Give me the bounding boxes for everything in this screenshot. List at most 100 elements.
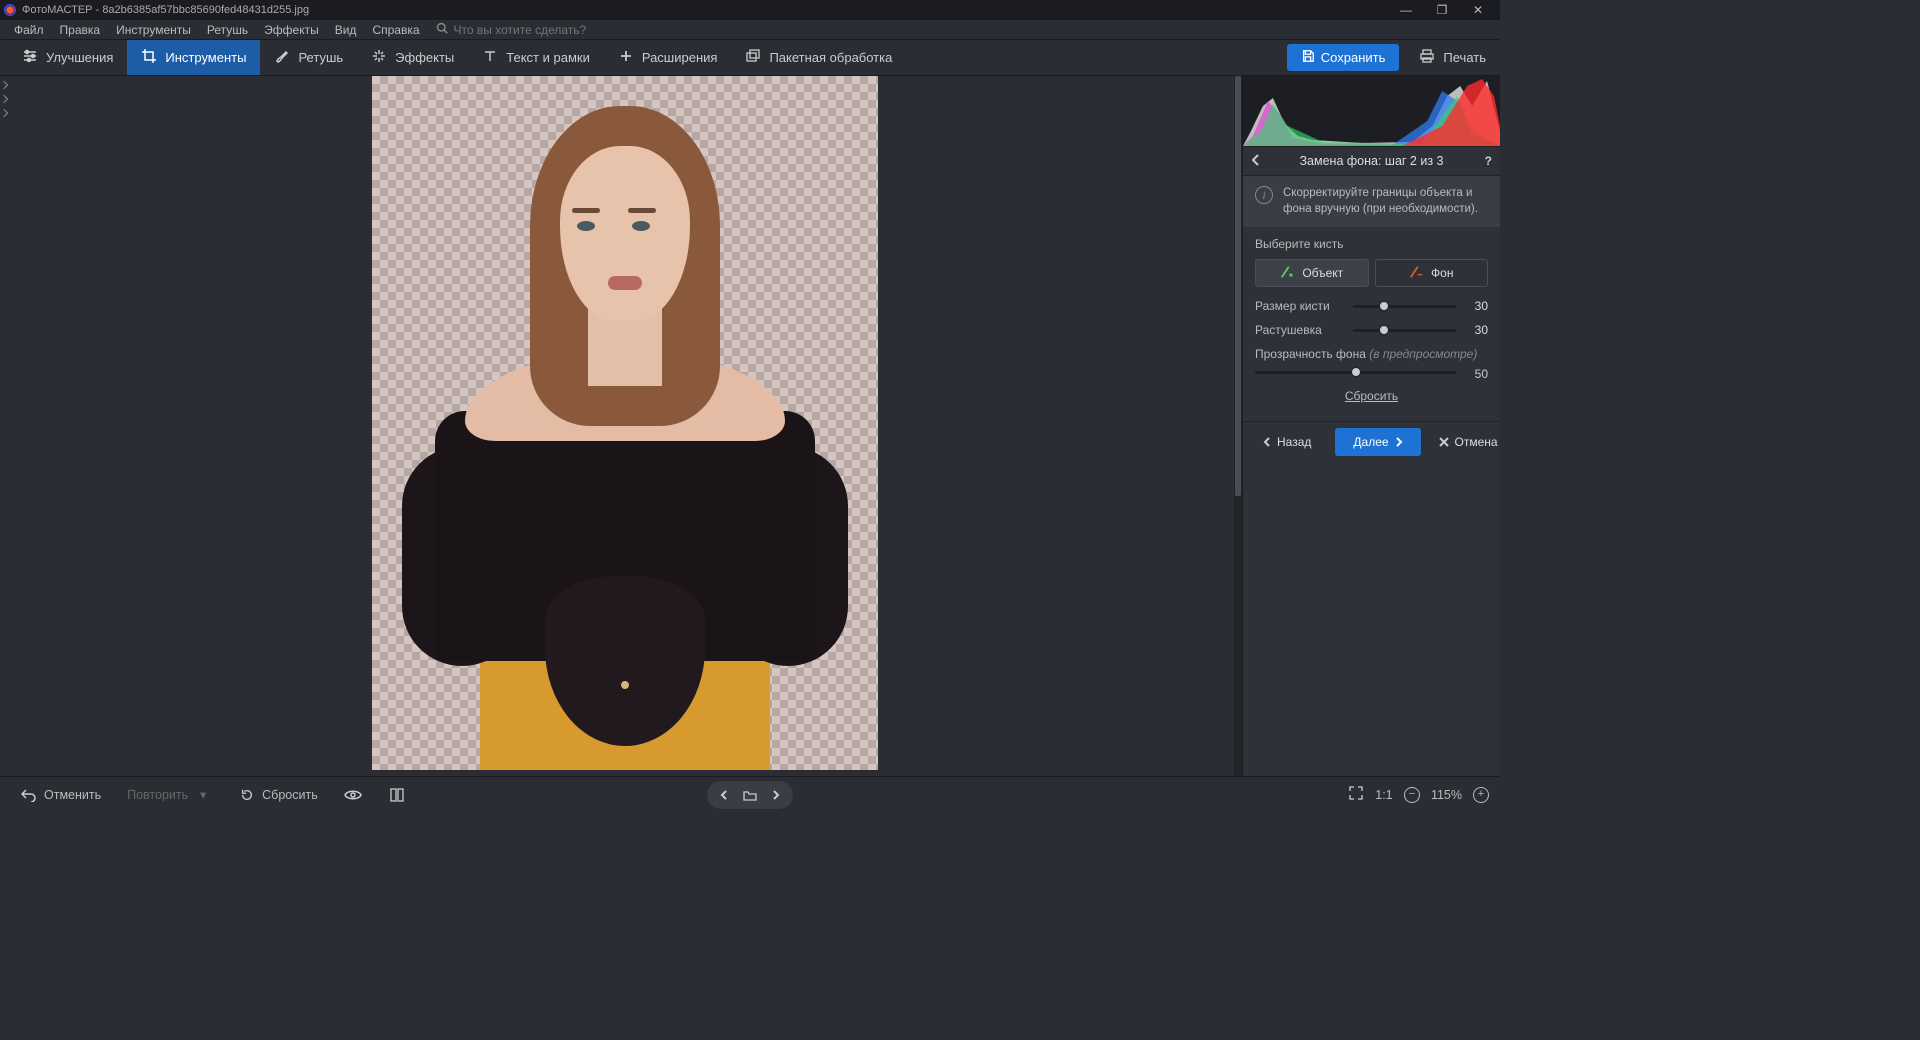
brush-object-label: Объект (1302, 266, 1343, 280)
brush-object-button[interactable]: Объект (1255, 259, 1369, 287)
compare-icon (388, 788, 406, 802)
undo-button[interactable]: Отменить (10, 784, 111, 806)
tab-effects[interactable]: Эффекты (357, 40, 468, 75)
tool-tabs: Улучшения Инструменты Ретушь Эффекты Тек… (0, 40, 1500, 76)
expand-panel-1[interactable] (0, 81, 8, 89)
opacity-label: Прозрачность фона (1255, 347, 1366, 361)
main-area: Замена фона: шаг 2 из 3 ? i Скорректируй… (0, 76, 1500, 776)
brush-size-label: Размер кисти (1255, 299, 1345, 313)
panel-back-nav[interactable]: Назад (1251, 428, 1323, 456)
file-name: 8a2b6385af57bbc85690fed48431d255.jpg (102, 4, 309, 16)
prev-image-button[interactable] (713, 785, 735, 805)
info-icon: i (1255, 186, 1273, 204)
canvas-area[interactable] (8, 76, 1242, 776)
tab-label: Инструменты (165, 50, 246, 65)
opacity-note: (в предпросмотре) (1369, 347, 1477, 361)
save-button[interactable]: Сохранить (1287, 44, 1400, 71)
panel-reset-link[interactable]: Сбросить (1255, 389, 1488, 403)
tab-extensions[interactable]: Расширения (604, 40, 732, 75)
next-image-button[interactable] (765, 785, 787, 805)
menu-tools[interactable]: Инструменты (108, 20, 199, 40)
left-gutter (0, 76, 8, 776)
reset-label: Сбросить (262, 788, 318, 802)
canvas-scrollbar[interactable] (1234, 76, 1242, 776)
tab-label: Эффекты (395, 50, 454, 65)
sparkle-icon (371, 48, 387, 67)
menu-search (436, 22, 1494, 37)
redo-button[interactable]: Повторить ▾ (117, 783, 222, 806)
menu-view[interactable]: Вид (327, 20, 365, 40)
panel-back-label: Назад (1277, 435, 1311, 449)
tab-batch[interactable]: Пакетная обработка (731, 40, 906, 75)
menu-retouch[interactable]: Ретушь (199, 20, 256, 40)
save-icon (1301, 49, 1315, 66)
opacity-slider[interactable] (1255, 371, 1456, 374)
menu-help[interactable]: Справка (364, 20, 427, 40)
opacity-value: 50 (1464, 367, 1488, 381)
tab-text-frames[interactable]: Текст и рамки (468, 40, 604, 75)
crop-icon (141, 48, 157, 67)
tab-label: Ретушь (298, 50, 343, 65)
compare-button[interactable] (378, 784, 416, 806)
image-canvas[interactable] (372, 76, 878, 770)
brush-icon (274, 48, 290, 67)
window-close-button[interactable]: ✕ (1460, 0, 1496, 20)
brush-background-button[interactable]: Фон (1375, 259, 1489, 287)
zoom-percent: 115% (1431, 788, 1462, 802)
panel-cancel-label: Отмена (1455, 435, 1498, 449)
panel-back-button[interactable] (1251, 154, 1267, 169)
redo-label: Повторить (127, 788, 188, 802)
panel-nav: Назад Далее Отмена (1243, 421, 1500, 462)
zoom-controls: 1:1 − 115% + (1347, 786, 1490, 803)
redo-dropdown-icon: ▾ (194, 787, 212, 802)
file-nav (707, 781, 793, 809)
save-label: Сохранить (1321, 50, 1386, 65)
panel-help-button[interactable]: ? (1476, 154, 1492, 168)
zoom-ratio[interactable]: 1:1 (1375, 788, 1393, 802)
text-icon (482, 48, 498, 67)
batch-icon (745, 48, 761, 67)
reset-icon (238, 788, 256, 802)
print-icon (1419, 48, 1435, 67)
menu-effects[interactable]: Эффекты (256, 20, 327, 40)
tab-label: Текст и рамки (506, 50, 590, 65)
panel-cancel-button[interactable]: Отмена (1427, 428, 1510, 456)
open-folder-button[interactable] (739, 785, 761, 805)
print-button[interactable]: Печать (1405, 40, 1500, 75)
zoom-out-button[interactable]: − (1403, 786, 1421, 803)
window-maximize-button[interactable]: ❐ (1424, 0, 1460, 20)
tab-retouch[interactable]: Ретушь (260, 40, 357, 75)
zoom-in-button[interactable]: + (1472, 786, 1490, 803)
app-title: ФотоМАСТЕР - 8a2b6385af57bbc85690fed4843… (22, 4, 1388, 16)
expand-panel-3[interactable] (0, 109, 8, 117)
app-logo-icon (4, 4, 16, 16)
feather-slider[interactable]: Растушевка 30 (1255, 323, 1488, 337)
histogram (1243, 76, 1500, 146)
fit-screen-button[interactable] (1347, 786, 1365, 803)
menu-file[interactable]: Файл (6, 20, 52, 40)
window-minimize-button[interactable]: — (1388, 0, 1424, 20)
panel-header: Замена фона: шаг 2 из 3 ? (1243, 146, 1500, 176)
print-label: Печать (1443, 50, 1486, 65)
panel-next-button[interactable]: Далее (1335, 428, 1420, 456)
sliders-icon (22, 48, 38, 67)
bottom-bar: Отменить Повторить ▾ Сбросить 1:1 − 115%… (0, 776, 1500, 812)
tab-enhancements[interactable]: Улучшения (8, 40, 127, 75)
photo-subject (372, 76, 878, 770)
titlebar: ФотоМАСТЕР - 8a2b6385af57bbc85690fed4843… (0, 0, 1500, 20)
expand-panel-2[interactable] (0, 95, 8, 103)
app-name: ФотоМАСТЕР (22, 4, 93, 16)
brush-size-value: 30 (1464, 299, 1488, 313)
panel-title: Замена фона: шаг 2 из 3 (1267, 154, 1476, 168)
preview-original-button[interactable] (334, 785, 372, 805)
tab-label: Улучшения (46, 50, 113, 65)
reset-button[interactable]: Сбросить (228, 784, 328, 806)
right-panel: Замена фона: шаг 2 из 3 ? i Скорректируй… (1242, 76, 1500, 776)
menu-search-input[interactable] (454, 23, 654, 37)
brush-background-icon (1409, 265, 1423, 282)
tab-label: Пакетная обработка (769, 50, 892, 65)
menu-edit[interactable]: Правка (52, 20, 109, 40)
opacity-label-row: Прозрачность фона (в предпросмотре) (1255, 347, 1488, 361)
tab-tools[interactable]: Инструменты (127, 40, 260, 75)
brush-size-slider[interactable]: Размер кисти 30 (1255, 299, 1488, 313)
